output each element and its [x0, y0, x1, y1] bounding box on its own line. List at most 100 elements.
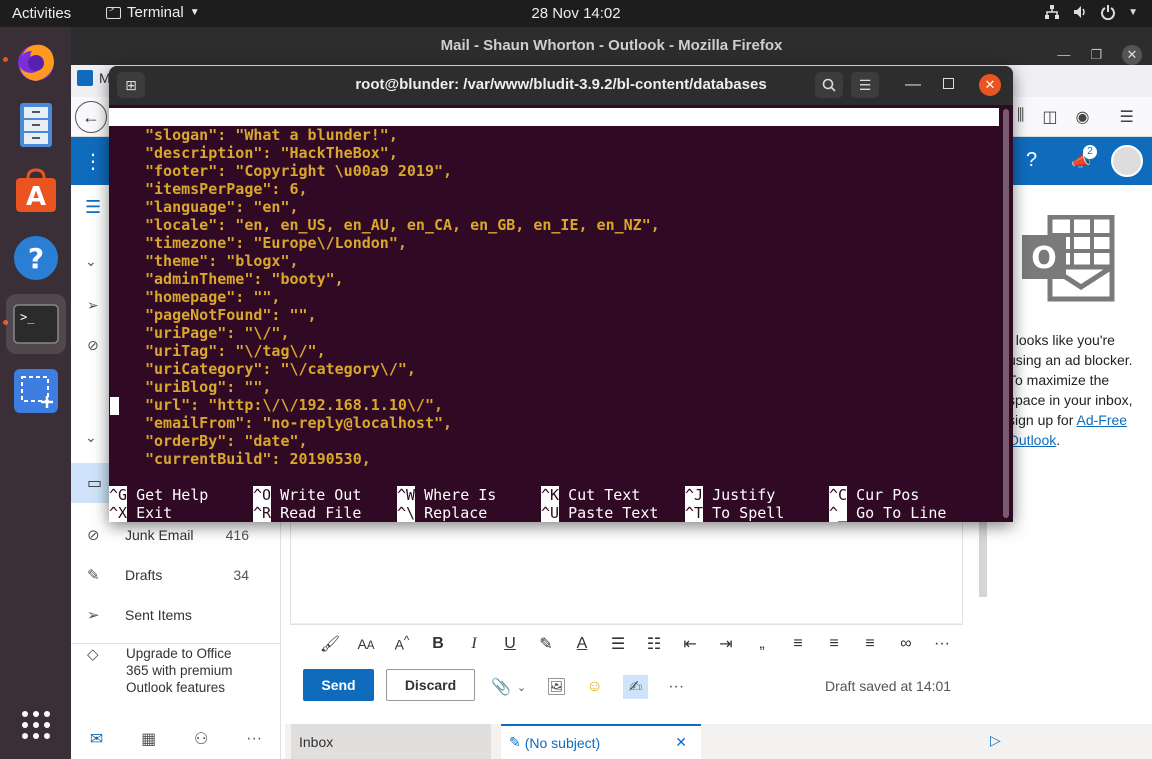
text-cursor — [110, 397, 119, 415]
library-icon[interactable]: ⫼ — [1017, 107, 1024, 127]
firefox-tab[interactable]: M — [77, 70, 111, 86]
more-icon[interactable]: ··· — [668, 678, 684, 696]
shortcut-replace[interactable]: ^\ Replace — [397, 504, 487, 522]
send-icon[interactable]: ➢ — [87, 297, 99, 314]
hamburger-menu-icon: ☰ — [858, 76, 872, 93]
signature-icon[interactable]: ✍ — [622, 675, 649, 699]
shortcut-where-is[interactable]: ^W Where Is — [397, 486, 496, 504]
link-icon[interactable]: ∞ — [888, 635, 924, 653]
chevron-down-icon[interactable]: ⌄ — [517, 681, 526, 694]
tab-label: Inbox — [299, 733, 334, 750]
mail-icon[interactable]: ✉ — [90, 729, 103, 749]
underline-icon[interactable]: U — [492, 635, 528, 653]
activities-button[interactable]: Activities — [12, 5, 71, 22]
close-icon[interactable]: ✕ — [1122, 45, 1142, 65]
shortcut-get-help[interactable]: ^G Get Help — [109, 486, 208, 504]
dock-firefox[interactable] — [6, 31, 66, 91]
new-tab-button[interactable]: ⊞ — [117, 72, 145, 98]
font-icon[interactable]: AA — [348, 636, 384, 652]
terminal-scrollbar[interactable] — [999, 105, 1013, 522]
ad-choices-icon[interactable]: ▷ — [990, 732, 1001, 749]
clock[interactable]: 28 Nov 14:02 — [531, 5, 620, 22]
folder-sent-items[interactable]: ➢ Sent Items — [71, 597, 281, 633]
dock-terminal[interactable]: >_ — [6, 294, 66, 354]
back-button[interactable]: ← — [75, 101, 107, 133]
shortcut-write-out[interactable]: ^O Write Out — [253, 486, 361, 504]
dock-help[interactable]: ? — [6, 228, 66, 288]
scrollbar-thumb[interactable] — [1003, 109, 1009, 518]
align-right-icon[interactable]: ≡ — [852, 635, 888, 653]
bold-icon[interactable]: B — [420, 635, 456, 653]
people-icon[interactable]: ⚇ — [194, 729, 208, 749]
bullets-icon[interactable]: ☰ — [600, 634, 636, 654]
italic-icon[interactable]: I — [456, 635, 492, 653]
hamburger-menu-icon[interactable]: ☰ — [1119, 107, 1133, 127]
folder-drafts[interactable]: ✎ Drafts 34 — [71, 557, 281, 593]
shortcut-go-to-line[interactable]: ^_ Go To Line — [829, 504, 946, 522]
chevron-down-icon[interactable]: ⌄ — [85, 429, 97, 446]
account-icon[interactable]: ◉ — [1076, 107, 1090, 127]
search-button[interactable] — [815, 72, 843, 98]
svg-text:A: A — [26, 182, 46, 212]
menu-button[interactable]: ☰ — [851, 72, 879, 98]
nano-editor[interactable]: GNU nano 4.3 site.php "slogan": "What a … — [109, 105, 1013, 522]
bottom-tab-bar: Inbox ✎ (No subject) ✕ ▷ — [285, 724, 1152, 759]
font-size-icon[interactable]: A^ — [384, 634, 420, 653]
code-line: "orderBy": "date", — [145, 432, 308, 450]
shortcut-exit[interactable]: ^X Exit — [109, 504, 172, 522]
shortcut-justify[interactable]: ^J Justify — [685, 486, 775, 504]
numbering-icon[interactable]: ☷ — [636, 634, 672, 654]
shortcut-cur-pos[interactable]: ^C Cur Pos — [829, 486, 919, 504]
maximize-icon[interactable] — [943, 78, 954, 89]
tab-no-subject[interactable]: ✎ (No subject) ✕ — [501, 724, 701, 759]
shortcut-read-file[interactable]: ^R Read File — [253, 504, 361, 522]
highlight-icon[interactable]: ✎ — [528, 634, 564, 654]
image-icon[interactable]: 🖼 — [546, 677, 566, 697]
more-icon[interactable]: ··· — [924, 635, 960, 653]
terminal-title: root@blunder: /var/www/bludit-3.9.2/bl-c… — [355, 76, 767, 93]
avatar[interactable] — [1111, 145, 1143, 177]
shortcut-paste-text[interactable]: ^U Paste Text — [541, 504, 658, 522]
paperclip-icon[interactable]: 📎 — [491, 677, 511, 697]
ad-pane: O t looks like you're using an ad blocke… — [1008, 185, 1152, 759]
search-icon — [822, 78, 836, 92]
align-left-icon[interactable]: ≡ — [780, 635, 816, 653]
outdent-icon[interactable]: ⇤ — [672, 634, 708, 654]
indent-icon[interactable]: ⇥ — [708, 634, 744, 654]
chevron-down-icon[interactable]: ⌄ — [85, 253, 97, 270]
close-button[interactable]: ✕ — [979, 74, 1001, 96]
tab-inbox[interactable]: Inbox — [291, 724, 491, 759]
send-button[interactable]: Send — [303, 669, 374, 701]
show-applications[interactable] — [6, 695, 66, 755]
sidebar-icon[interactable]: ◫ — [1042, 107, 1057, 127]
code-line: "description": "HackTheBox", — [145, 144, 398, 162]
new-tab-icon: ⊞ — [125, 76, 137, 93]
block-icon[interactable]: ⊘ — [87, 337, 99, 354]
tab-label: (No subject) — [524, 734, 601, 751]
ad-free-link-cont[interactable]: Outlook — [1008, 432, 1056, 448]
emoji-icon[interactable]: ☺ — [586, 678, 602, 696]
close-icon[interactable]: ✕ — [675, 734, 687, 751]
upgrade-link[interactable]: Upgrade to Office 365 with premium Outlo… — [126, 645, 256, 696]
dock-screenshot[interactable] — [6, 361, 66, 421]
format-painter-icon[interactable]: 🖌 — [312, 634, 348, 654]
ad-free-link[interactable]: Ad-Free — [1077, 412, 1128, 428]
font-color-icon[interactable]: A — [564, 635, 600, 653]
system-tray[interactable]: ▼ — [1044, 4, 1138, 20]
shortcut-to-spell[interactable]: ^T To Spell — [685, 504, 784, 522]
quote-icon[interactable]: „ — [744, 635, 780, 653]
minimize-icon[interactable]: — — [905, 76, 921, 94]
help-icon[interactable]: ? — [1026, 149, 1037, 172]
folder-junk-email[interactable]: ⊘ Junk Email 416 — [71, 517, 281, 553]
shortcut-cut-text[interactable]: ^K Cut Text — [541, 486, 640, 504]
hamburger-menu-icon[interactable]: ☰ — [85, 197, 101, 218]
code-line: "url": "http:\/\/192.168.1.10\/", — [145, 396, 444, 414]
dock-software[interactable]: A — [6, 161, 66, 221]
more-icon[interactable]: ··· — [246, 730, 262, 748]
dock-files[interactable] — [6, 95, 66, 155]
code-line: "language": "en", — [145, 198, 299, 216]
app-menu[interactable]: Terminal ▼ — [106, 4, 200, 21]
discard-button[interactable]: Discard — [386, 669, 475, 701]
calendar-icon[interactable]: ▦ — [141, 729, 156, 749]
align-center-icon[interactable]: ≡ — [816, 635, 852, 653]
